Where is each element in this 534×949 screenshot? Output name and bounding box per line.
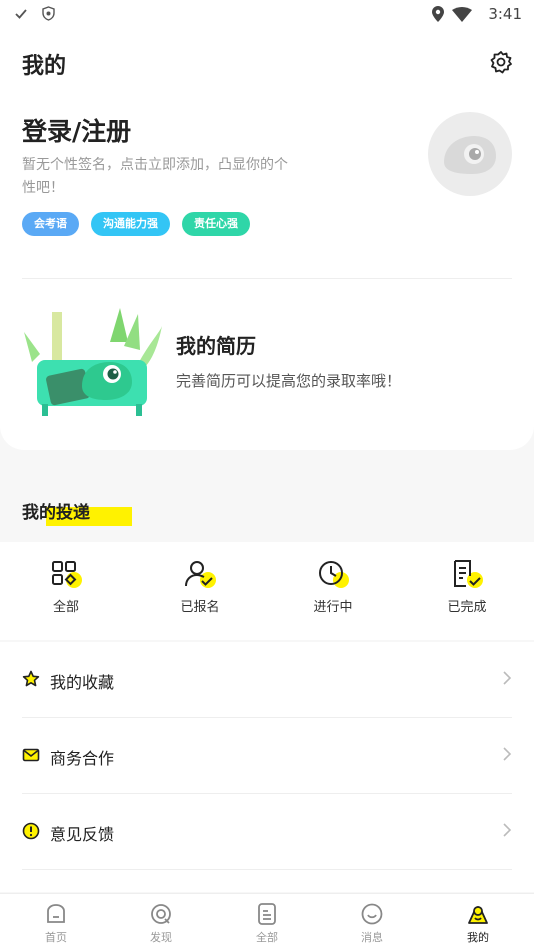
page-title: 我的 bbox=[22, 54, 67, 79]
tag-chip[interactable]: 会考语 bbox=[22, 212, 79, 236]
all-icon bbox=[258, 903, 276, 925]
resume-description: 完善简历可以提高您的录取率哦！ bbox=[176, 372, 402, 390]
profile-icon bbox=[468, 906, 488, 924]
gear-icon[interactable] bbox=[489, 50, 513, 74]
resume-title[interactable]: 我的简历 bbox=[176, 330, 256, 359]
tab-label: 我的 bbox=[467, 931, 489, 944]
login-register-link[interactable]: 登录/注册 bbox=[22, 112, 131, 148]
feedback-icon bbox=[22, 822, 40, 840]
stat-in-progress[interactable]: 进行中 bbox=[293, 558, 373, 615]
tab-messages[interactable]: 消息 bbox=[342, 902, 402, 945]
tab-label: 首页 bbox=[45, 931, 67, 944]
chevron-right-icon bbox=[503, 823, 512, 837]
shield-icon bbox=[42, 6, 55, 21]
chevron-right-icon bbox=[503, 747, 512, 761]
clock-icon bbox=[319, 561, 349, 588]
menu-item-favorites[interactable]: 我的收藏 bbox=[22, 642, 512, 718]
mascot-avatar-icon bbox=[444, 136, 496, 174]
stat-completed[interactable]: 已完成 bbox=[427, 558, 507, 615]
avatar[interactable] bbox=[428, 112, 512, 196]
menu-item-label: 商务合作 bbox=[50, 749, 115, 768]
user-check-icon bbox=[185, 561, 216, 588]
profile-card: 我的 登录/注册 暂无个性签名，点击立即添加，凸显你的个性吧！ 会考语 沟通能力… bbox=[0, 30, 534, 450]
menu-list: 我的收藏 商务合作 意见反馈 bbox=[0, 642, 534, 892]
delivery-stats: 全部 已报名 进行中 已完成 bbox=[0, 542, 534, 640]
bottom-tab-bar: 首页 发现 全部 消息 我的 bbox=[0, 893, 534, 949]
menu-item-business[interactable]: 商务合作 bbox=[22, 718, 512, 794]
tag-chip[interactable]: 沟通能力强 bbox=[91, 212, 170, 236]
location-icon bbox=[432, 6, 445, 22]
document-check-icon bbox=[454, 560, 483, 588]
chevron-right-icon bbox=[503, 671, 512, 685]
menu-item-feedback[interactable]: 意见反馈 bbox=[22, 794, 512, 870]
stat-label: 进行中 bbox=[313, 600, 353, 615]
check-icon bbox=[15, 8, 27, 19]
wifi-icon bbox=[452, 6, 473, 22]
menu-item-label: 我的收藏 bbox=[50, 673, 115, 692]
tab-label: 发现 bbox=[150, 931, 172, 944]
stat-label: 已完成 bbox=[447, 600, 487, 615]
deliveries-title: 我的投递 bbox=[22, 503, 90, 523]
star-icon bbox=[22, 670, 40, 687]
tab-home[interactable]: 首页 bbox=[26, 902, 86, 945]
tag-chip[interactable]: 责任心强 bbox=[182, 212, 250, 236]
grid-icon bbox=[52, 561, 82, 588]
stat-all[interactable]: 全部 bbox=[26, 558, 106, 615]
tag-list: 会考语 沟通能力强 责任心强 bbox=[22, 212, 250, 236]
divider bbox=[22, 278, 512, 279]
status-bar: 3:41 bbox=[0, 0, 534, 30]
home-icon bbox=[47, 904, 65, 923]
menu-item-label: 意见反馈 bbox=[50, 825, 115, 844]
tab-discover[interactable]: 发现 bbox=[131, 902, 191, 945]
tab-label: 全部 bbox=[256, 931, 278, 944]
tab-all[interactable]: 全部 bbox=[237, 902, 297, 945]
resume-illustration[interactable] bbox=[20, 302, 165, 420]
mail-icon bbox=[22, 748, 40, 762]
stat-registered[interactable]: 已报名 bbox=[160, 558, 240, 615]
tab-profile[interactable]: 我的 bbox=[448, 902, 508, 945]
stat-label: 已报名 bbox=[180, 600, 220, 615]
tab-label: 消息 bbox=[361, 931, 383, 944]
message-icon bbox=[361, 903, 383, 925]
signature-text[interactable]: 暂无个性签名，点击立即添加，凸显你的个性吧！ bbox=[22, 154, 292, 200]
stat-label: 全部 bbox=[52, 600, 79, 615]
clock-time: 3:41 bbox=[488, 5, 522, 23]
discover-icon bbox=[151, 904, 171, 924]
